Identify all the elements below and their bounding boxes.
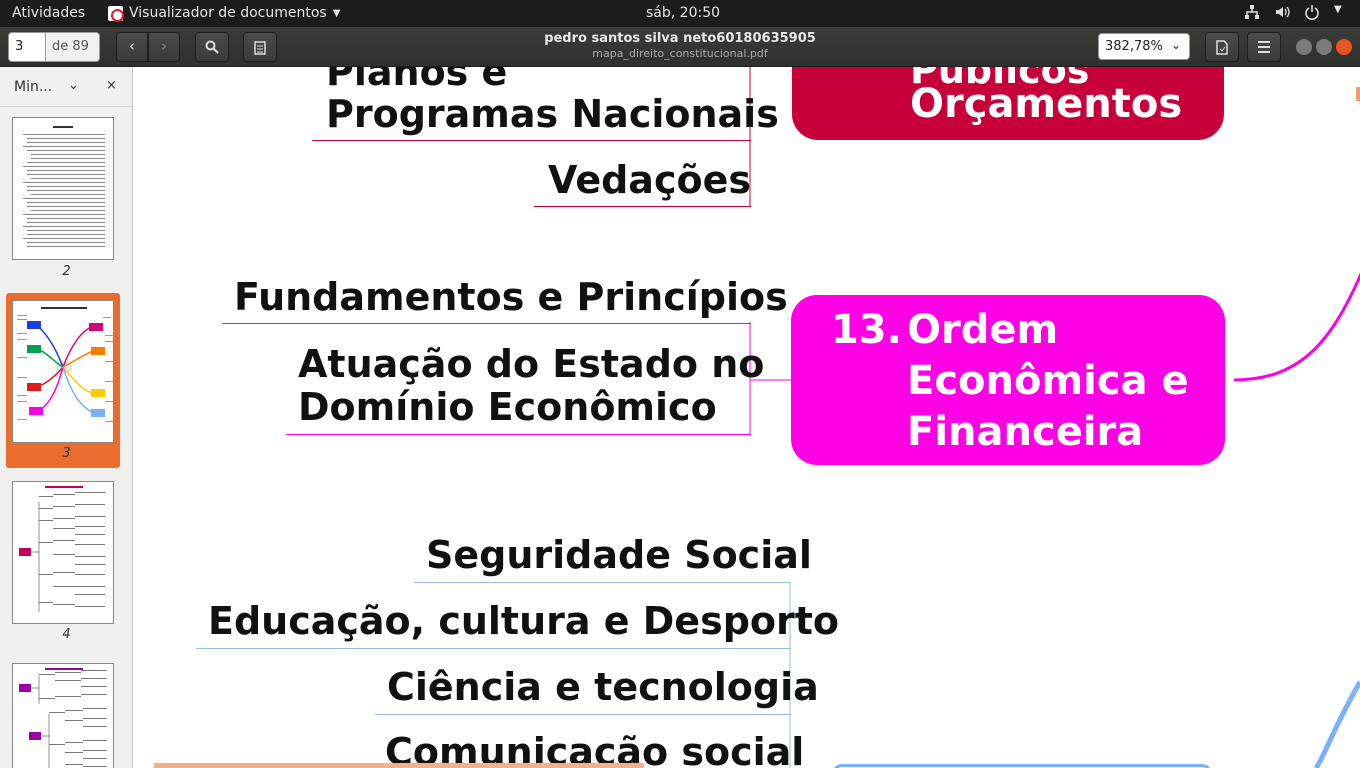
node-text-ordem: Ordem: [907, 307, 1059, 353]
node-number: 13.: [831, 307, 902, 353]
thumbnail-page-number: 4: [62, 627, 71, 642]
chevron-right-icon: ›: [161, 37, 167, 55]
clock[interactable]: sáb, 20:50: [646, 5, 720, 21]
leaf-fundamentos: Fundamentos e Princípios: [234, 275, 788, 319]
thumbnail-page-number: 2: [62, 264, 71, 279]
system-top-bar: Atividades Visualizador de documentos ▼ …: [0, 0, 1360, 27]
leaf-underline: [286, 434, 751, 435]
zoom-select[interactable]: 382,78% ⌄: [1098, 33, 1190, 60]
app-name: Visualizador de documentos: [129, 5, 327, 21]
mindmap-node-partial: [832, 764, 1212, 768]
thumbnail-page-number: 3: [62, 446, 71, 461]
leaf-programas-nacionais: Programas Nacionais: [326, 92, 779, 136]
node-text-economica: Econômica e: [907, 358, 1189, 404]
document-viewer-app-icon: [108, 5, 124, 22]
leaf-ciencia-tecnologia: Ciência e tecnologia: [387, 665, 819, 709]
notepad-icon: [254, 41, 266, 55]
page-thumbnail-image: [17, 307, 113, 422]
leaf-underline: [312, 140, 751, 141]
node-text-orcamentos: Orçamentos: [910, 81, 1183, 127]
activities-button[interactable]: Atividades: [12, 5, 85, 21]
page-thumbnail[interactable]: [12, 117, 114, 260]
page-number-input[interactable]: 3: [8, 32, 46, 62]
chevron-down-icon: ⌄: [1170, 38, 1181, 52]
page-thumbnail-image: [23, 126, 105, 247]
document-icon: [1216, 40, 1228, 55]
leaf-vedacoes: Vedações: [548, 158, 751, 202]
hamburger-menu-icon: [1258, 41, 1270, 53]
network-icon[interactable]: [1244, 4, 1260, 20]
leaf-planos: Planos e: [326, 67, 508, 94]
sidebar-view-select[interactable]: Min...: [14, 79, 52, 95]
volume-icon[interactable]: [1274, 4, 1290, 20]
leaf-seguridade-social: Seguridade Social: [426, 533, 812, 577]
page-thumbnail[interactable]: [12, 663, 114, 768]
document-title: pedro santos silva neto60180635905: [544, 31, 816, 46]
page-edge-decoration: [154, 763, 644, 768]
next-page-button[interactable]: ›: [148, 32, 180, 62]
power-icon[interactable]: [1304, 4, 1320, 20]
previous-page-button[interactable]: ‹: [116, 32, 148, 62]
page-thumbnail[interactable]: [12, 481, 114, 624]
document-title-block: pedro santos silva neto60180635905 mapa_…: [480, 31, 880, 60]
document-view[interactable]: Públicos Orçamentos Planos e Programas N…: [134, 67, 1360, 768]
leaf-underline: [196, 648, 791, 649]
annotations-button[interactable]: [243, 32, 277, 62]
print-button[interactable]: [1205, 32, 1239, 62]
leaf-dominio-economico: Domínio Econômico: [298, 385, 717, 429]
page-total-label: de 89: [46, 32, 100, 62]
document-filename: mapa_direito_constitucional.pdf: [592, 47, 768, 60]
chevron-left-icon: ‹: [129, 37, 135, 55]
maximize-window-button[interactable]: [1316, 39, 1332, 55]
leaf-underline: [375, 714, 791, 715]
node-text-financeira: Financeira: [907, 409, 1144, 455]
thumbnails-sidebar: Min... ⌄ × 2 3 4: [0, 67, 133, 768]
sidebar-header: Min... ⌄ ×: [0, 67, 132, 107]
search-icon: [205, 40, 219, 54]
leaf-underline: [534, 206, 751, 207]
search-button[interactable]: [195, 32, 229, 62]
page-thumbnail-selected[interactable]: [12, 300, 114, 443]
close-icon[interactable]: ×: [106, 78, 117, 93]
chevron-down-icon[interactable]: ⌄: [68, 78, 79, 93]
zoom-value: 382,78%: [1105, 39, 1163, 54]
system-tray[interactable]: ▼: [1244, 4, 1344, 20]
minimize-window-button[interactable]: [1296, 39, 1312, 55]
page-thumbnail-image: [19, 486, 105, 612]
app-menu[interactable]: Visualizador de documentos ▼: [108, 5, 341, 22]
document-header-bar: 3 de 89 ‹ › pedro santos silva neto60180…: [0, 27, 1360, 67]
chevron-down-icon: ▼: [332, 7, 341, 19]
leaf-underline: [222, 323, 751, 324]
page-thumbnail-image: [19, 668, 107, 768]
close-window-button[interactable]: [1336, 39, 1352, 55]
menu-button[interactable]: [1247, 32, 1281, 62]
leaf-underline: [414, 582, 791, 583]
chevron-down-icon[interactable]: ▼: [1334, 4, 1344, 20]
leaf-educacao: Educação, cultura e Desporto: [208, 599, 840, 643]
leaf-atuacao-estado: Atuação do Estado no: [298, 342, 765, 386]
